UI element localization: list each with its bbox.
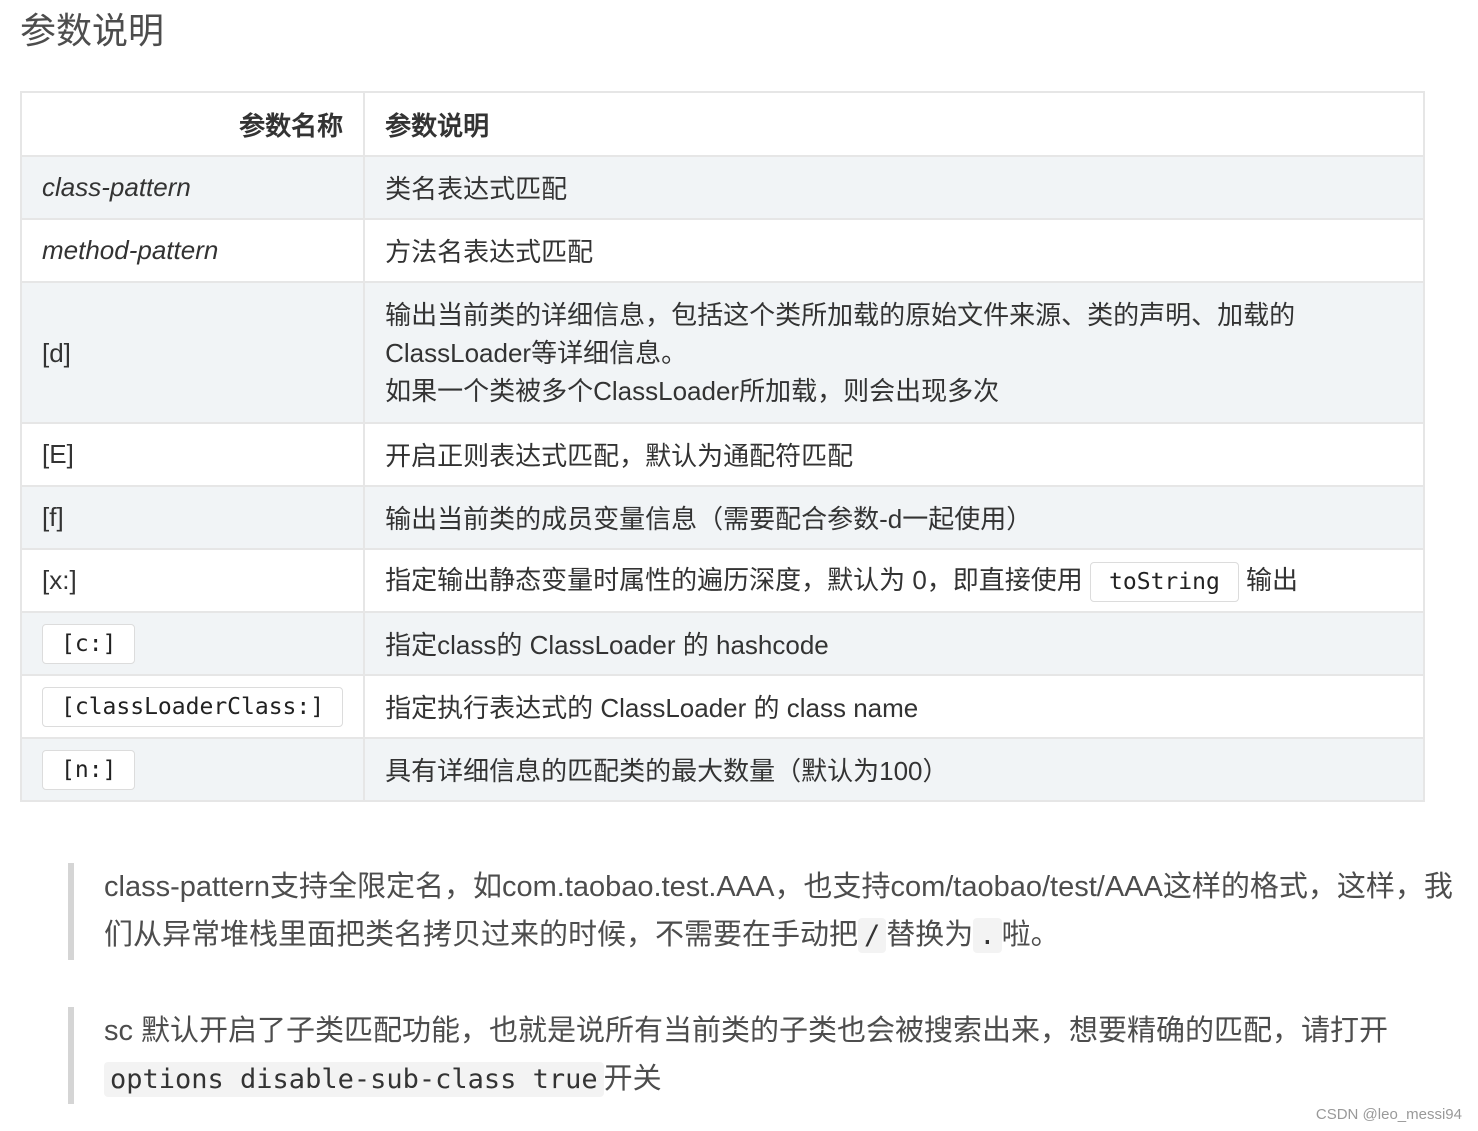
param-desc: 指定输出静态变量时属性的遍历深度，默认为 0，即直接使用 toString 输出 xyxy=(363,548,1425,613)
param-desc: 指定执行表达式的 ClassLoader 的 class name xyxy=(363,674,1425,739)
param-desc: 方法名表达式匹配 xyxy=(363,218,1425,283)
param-name-code: [n:] xyxy=(42,749,136,790)
param-name: [f] xyxy=(19,485,366,550)
param-desc: 具有详细信息的匹配类的最大数量（默认为100） xyxy=(363,737,1425,802)
page-title: 参数说明 xyxy=(20,10,165,51)
table-row: class-pattern 类名表达式匹配 xyxy=(19,155,1425,220)
param-desc: 输出当前类的成员变量信息（需要配合参数-d一起使用） xyxy=(363,485,1425,550)
inline-code: toString xyxy=(1090,561,1239,602)
quote-text: 开关 xyxy=(603,1063,662,1095)
watermark: CSDN @leo_messi94 xyxy=(1315,1106,1462,1123)
param-desc-line: ClassLoader等详细信息。 xyxy=(385,337,688,368)
param-desc: 类名表达式匹配 xyxy=(363,155,1425,220)
inline-code: options disable-sub-class true xyxy=(104,1062,604,1097)
param-name: [n:] xyxy=(19,737,366,802)
param-name: [classLoaderClass:] xyxy=(19,674,366,739)
param-name: [E] xyxy=(19,422,366,487)
param-name-code: [classLoaderClass:] xyxy=(42,686,344,727)
table-row: [x:] 指定输出静态变量时属性的遍历深度，默认为 0，即直接使用 toStri… xyxy=(19,548,1425,613)
inline-code: . xyxy=(973,918,1002,953)
quote-text: sc 默认开启了子类匹配功能，也就是说所有当前类的子类也会被搜索出来，想要精确的… xyxy=(104,1015,1389,1047)
blockquote-sub-class: sc 默认开启了子类匹配功能，也就是说所有当前类的子类也会被搜索出来，想要精确的… xyxy=(68,1007,1474,1104)
table-row: [E] 开启正则表达式匹配，默认为通配符匹配 xyxy=(19,422,1425,487)
table-row: [n:] 具有详细信息的匹配类的最大数量（默认为100） xyxy=(19,737,1425,802)
param-desc: 输出当前类的详细信息，包括这个类所加载的原始文件来源、类的声明、加载的 Clas… xyxy=(363,281,1425,424)
inline-code: / xyxy=(858,918,887,953)
quote-text: class-pattern支持全限定名，如com.taobao.test.AAA… xyxy=(104,871,1453,951)
param-desc: 指定class的 ClassLoader 的 hashcode xyxy=(363,611,1425,676)
quote-text: 啦。 xyxy=(1001,919,1060,951)
param-name: class-pattern xyxy=(19,155,366,220)
param-desc-line: 如果一个类被多个ClassLoader所加载，则会出现多次 xyxy=(385,375,1000,406)
param-name: [x:] xyxy=(19,548,366,613)
params-table: 参数名称 参数说明 class-pattern 类名表达式匹配 method-p… xyxy=(19,91,1425,802)
table-header-row: 参数名称 参数说明 xyxy=(19,91,1425,157)
param-name: [c:] xyxy=(19,611,366,676)
param-name-code: [c:] xyxy=(42,623,136,664)
table-row: method-pattern 方法名表达式匹配 xyxy=(19,218,1425,283)
param-desc: 开启正则表达式匹配，默认为通配符匹配 xyxy=(363,422,1425,487)
quote-text: 替换为 xyxy=(886,919,974,951)
column-header-name: 参数名称 xyxy=(19,91,366,157)
param-desc-text: 输出 xyxy=(1238,564,1299,595)
column-header-desc: 参数说明 xyxy=(363,91,1425,157)
table-row: [c:] 指定class的 ClassLoader 的 hashcode xyxy=(19,611,1425,676)
table-row: [d] 输出当前类的详细信息，包括这个类所加载的原始文件来源、类的声明、加载的 … xyxy=(19,281,1425,424)
param-name: [d] xyxy=(19,281,366,424)
table-row: [f] 输出当前类的成员变量信息（需要配合参数-d一起使用） xyxy=(19,485,1425,550)
blockquote-class-pattern: class-pattern支持全限定名，如com.taobao.test.AAA… xyxy=(68,863,1474,960)
param-desc-line: 输出当前类的详细信息，包括这个类所加载的原始文件来源、类的声明、加载的 xyxy=(385,299,1296,330)
param-desc-text: 指定输出静态变量时属性的遍历深度，默认为 0，即直接使用 xyxy=(385,564,1091,595)
param-name: method-pattern xyxy=(19,218,366,283)
table-row: [classLoaderClass:] 指定执行表达式的 ClassLoader… xyxy=(19,674,1425,739)
